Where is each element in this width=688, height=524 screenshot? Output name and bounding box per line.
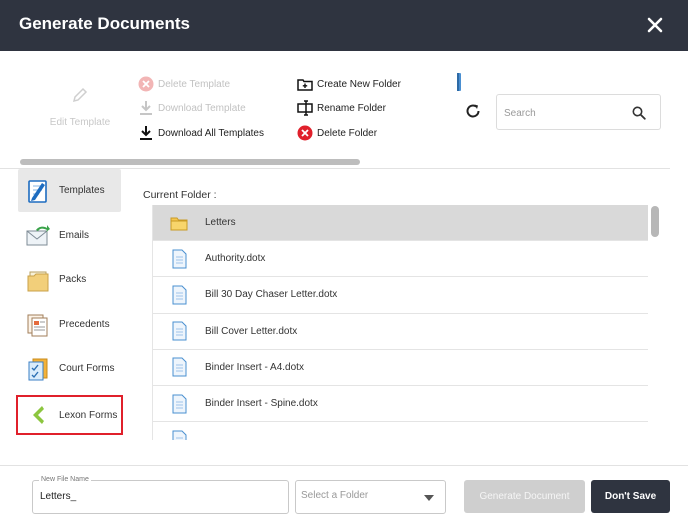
- download-all-label: Download All Templates: [158, 127, 264, 139]
- vertical-scrollbar[interactable]: [651, 206, 659, 237]
- sidebar-item-label: Court Forms: [59, 363, 115, 374]
- download-all-templates-button[interactable]: Download All Templates: [138, 125, 264, 141]
- list-item[interactable]: Authority.dotx: [153, 241, 648, 278]
- court-forms-icon: [28, 358, 48, 380]
- sidebar-item-precedents[interactable]: Precedents: [18, 303, 121, 346]
- dialog-title: Generate Documents: [19, 14, 190, 33]
- file-name-field[interactable]: New File Name: [32, 476, 289, 514]
- download-template-label: Download Template: [158, 102, 246, 114]
- list-item[interactable]: Bill 30 Day Chaser Letter.dotx: [153, 277, 648, 314]
- delete-x-icon: [138, 76, 154, 92]
- document-icon: [172, 430, 187, 440]
- sidebar-item-label: Templates: [59, 185, 105, 196]
- templates-icon: [28, 179, 47, 203]
- search-input[interactable]: [504, 104, 624, 122]
- delete-folder-icon: [297, 125, 313, 141]
- new-folder-icon: [297, 76, 313, 92]
- template-list: Letters Authority.dotx Bill 30 Day Chase…: [152, 205, 648, 440]
- list-item[interactable]: [153, 422, 648, 440]
- sidebar-item-emails[interactable]: Emails: [18, 214, 121, 257]
- refresh-icon[interactable]: [464, 102, 482, 120]
- sidebar-item-label: Precedents: [59, 319, 110, 330]
- close-icon[interactable]: [644, 14, 666, 36]
- rename-folder-label: Rename Folder: [317, 102, 386, 114]
- document-icon: [172, 321, 187, 341]
- search-box[interactable]: [496, 94, 661, 130]
- pencil-icon: [72, 87, 88, 103]
- edit-template-button[interactable]: Edit Template: [40, 86, 120, 128]
- folder-select-placeholder: Select a Folder: [301, 490, 369, 501]
- list-item[interactable]: Binder Insert - Spine.dotx: [153, 386, 648, 423]
- footer-divider: [0, 465, 688, 466]
- sidebar-item-label: Lexon Forms: [59, 409, 118, 421]
- sidebar-item-court-forms[interactable]: Court Forms: [18, 347, 121, 390]
- sidebar-item-label: Packs: [59, 274, 87, 285]
- list-item-name: Bill 30 Day Chaser Letter.dotx: [205, 289, 338, 301]
- generate-document-button[interactable]: Generate Document: [464, 480, 585, 513]
- sidebar-item-templates[interactable]: Templates: [18, 169, 121, 212]
- rename-icon: [297, 100, 313, 116]
- document-icon: [172, 394, 187, 414]
- toolbar: Edit Template Delete Template Download T…: [0, 51, 688, 169]
- delete-template-label: Delete Template: [158, 78, 231, 90]
- sidebar: Templates Emails Packs Precedents Court …: [0, 169, 140, 465]
- dont-save-button[interactable]: Don't Save: [591, 480, 670, 513]
- sidebar-item-lexon-forms[interactable]: Lexon Forms: [16, 395, 123, 435]
- download-all-icon: [138, 125, 154, 141]
- list-item[interactable]: Binder Insert - A4.dotx: [153, 350, 648, 386]
- search-icon[interactable]: [632, 106, 646, 120]
- document-icon: [172, 285, 187, 305]
- list-item-name: Binder Insert - Spine.dotx: [205, 398, 318, 410]
- list-item-name: Letters: [205, 217, 236, 229]
- list-item-name: Bill Cover Letter.dotx: [205, 325, 298, 337]
- lexon-forms-icon: [33, 406, 44, 424]
- download-template-button[interactable]: Download Template: [138, 100, 246, 116]
- list-item-name: Authority.dotx: [205, 253, 266, 265]
- precedents-icon: [27, 314, 48, 336]
- list-item-name: Binder Insert - A4.dotx: [205, 361, 304, 373]
- file-name-input[interactable]: [40, 491, 270, 502]
- document-icon: [172, 357, 187, 377]
- emails-icon: [26, 224, 50, 245]
- current-folder-label: Current Folder :: [143, 189, 217, 201]
- delete-folder-label: Delete Folder: [317, 127, 378, 139]
- rename-folder-button[interactable]: Rename Folder: [297, 100, 386, 116]
- download-icon: [138, 100, 154, 116]
- create-folder-button[interactable]: Create New Folder: [297, 76, 401, 92]
- edit-template-label: Edit Template: [49, 117, 111, 128]
- dialog-header: Generate Documents: [0, 0, 688, 51]
- horizontal-scrollbar[interactable]: [20, 159, 360, 165]
- sidebar-item-packs[interactable]: Packs: [18, 258, 121, 301]
- marker-icon: [457, 73, 461, 91]
- file-name-label: New File Name: [39, 476, 91, 483]
- delete-template-button[interactable]: Delete Template: [138, 76, 230, 92]
- list-item-folder[interactable]: Letters: [153, 205, 648, 242]
- folder-select[interactable]: Select a Folder: [295, 480, 446, 514]
- create-folder-label: Create New Folder: [317, 78, 401, 90]
- document-icon: [172, 249, 187, 269]
- folder-icon: [170, 217, 188, 231]
- packs-icon: [27, 271, 49, 291]
- chevron-down-icon: [424, 495, 434, 501]
- sidebar-item-label: Emails: [59, 230, 90, 241]
- delete-folder-button[interactable]: Delete Folder: [297, 125, 377, 141]
- list-item[interactable]: Bill Cover Letter.dotx: [153, 314, 648, 350]
